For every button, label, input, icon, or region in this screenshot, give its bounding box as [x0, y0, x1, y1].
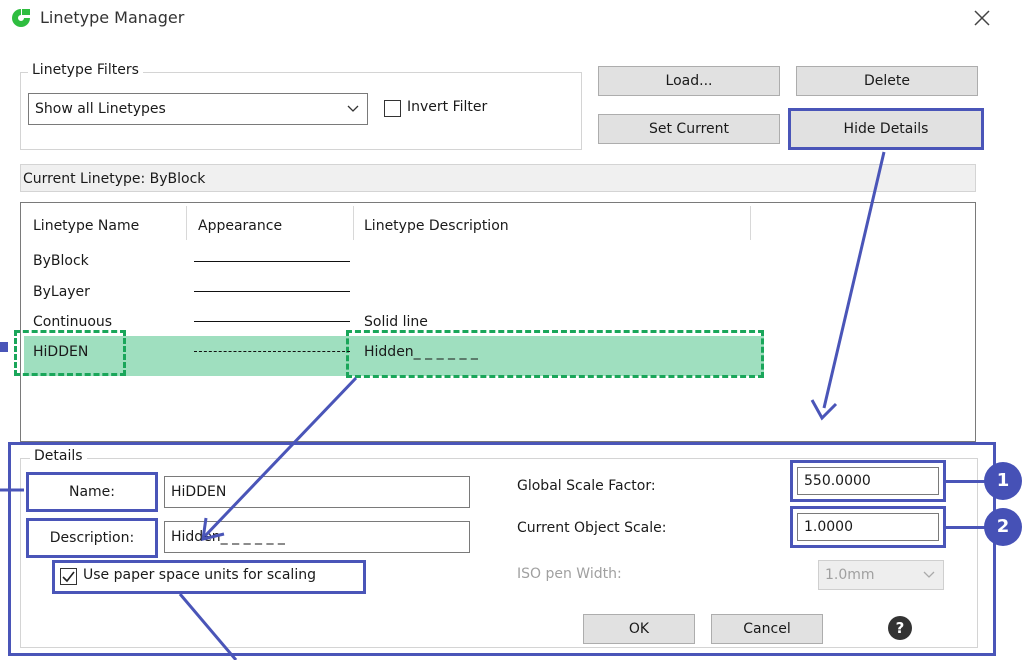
arrow-description — [203, 376, 358, 538]
arrow-paper-space — [178, 593, 238, 660]
arrow-hide-details — [822, 151, 886, 409]
annotation-arrows — [0, 151, 886, 660]
